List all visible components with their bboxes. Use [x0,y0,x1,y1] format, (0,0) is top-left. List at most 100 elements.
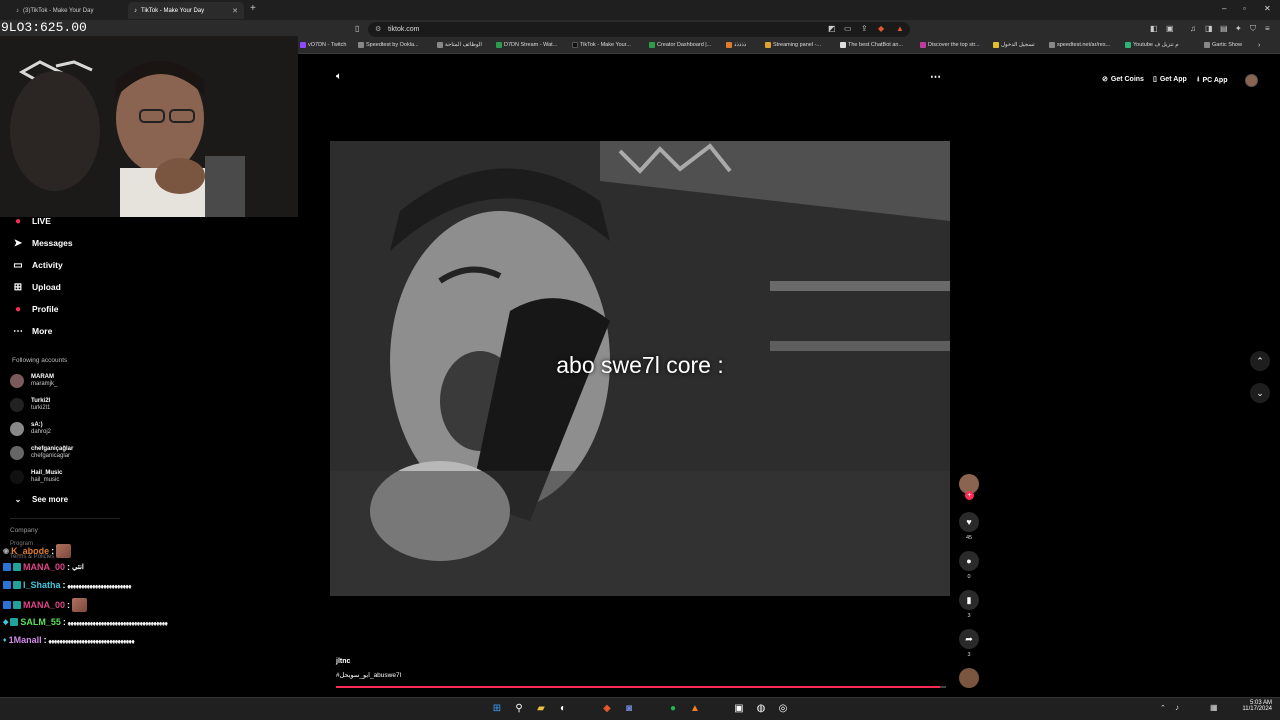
profile-icon: ● [14,303,22,315]
no-camera-icon[interactable]: ◩ [828,24,836,33]
pc-app-button[interactable]: ⭳ PC App [1197,75,1227,86]
sidebar-icon[interactable]: ◨ [1205,24,1213,33]
tab-tiktok-2[interactable]: ♪ TikTok - Make Your Day ✕ [128,2,244,19]
following-account[interactable]: Hail_Music hail_music [10,466,62,488]
more-bookmarks-icon[interactable]: › [1258,42,1260,49]
bookmark-item[interactable]: ذذذذذ [726,42,746,48]
follow-plus-icon[interactable]: + [965,491,974,500]
tray-chevron-icon[interactable]: ⌃ [1160,704,1166,712]
nav-messages[interactable]: ➤ Messages [12,234,73,252]
webcam-image [0,36,298,217]
bookmark-item[interactable]: speedtest.net/ar/res... [1049,42,1110,48]
previous-video-button[interactable]: ⌃ [1250,351,1270,371]
volume-icon[interactable]: 🔈︎ [336,71,342,82]
nav-activity[interactable]: ▭ Activity [12,256,62,274]
tiktok-icon: ♪ [134,7,137,14]
next-video-button[interactable]: ⌄ [1250,383,1270,403]
nav-upload[interactable]: ⊞ Upload [12,278,61,296]
brave-shield-icon[interactable]: ◆ [878,24,884,33]
emote-image [56,544,72,558]
file-explorer-icon[interactable]: ▰ [535,702,547,714]
tray-mic-icon[interactable]: ♪ [1175,703,1179,712]
user-avatar[interactable] [1245,74,1258,87]
app-icon[interactable]: ▲ [689,702,701,714]
extension-icon[interactable]: ◧ [1150,24,1158,33]
tray-network-icon[interactable]: ▦ [1210,703,1218,712]
chevron-down-icon: ⌄ [14,494,22,504]
following-account[interactable]: MARAM maramjk_ [10,370,57,392]
spotify-icon[interactable]: ● [667,702,679,714]
video-progress-track[interactable] [336,686,946,688]
close-tab-icon[interactable]: ✕ [232,7,238,15]
bookmark-item[interactable]: الوظائف المتاحة [437,42,482,48]
bookmark-item[interactable]: Gartic Show [1204,42,1242,48]
steam-icon[interactable]: ◍ [755,702,767,714]
bookmark-item[interactable]: The best ChatBot an... [840,42,903,48]
bookmark-item[interactable]: Speedtest by Ookla... [358,42,419,48]
more-options-icon[interactable]: ⋯ [930,70,941,83]
search-icon[interactable]: ⚲ [513,702,525,714]
bookmark-item[interactable]: D7DN Stream - Wat... [496,42,557,48]
video-hashtag[interactable]: #ابو_سويحل_abuswe7l [336,671,401,679]
share-icon[interactable]: ⇪ [861,24,868,33]
taskbar [0,697,1280,720]
following-account[interactable]: chefganiçağlar chefganicaglar [10,442,73,464]
chevron-down-icon: ⌄ [1256,387,1264,398]
nav-live[interactable]: ● LIVE [12,212,51,230]
close-window-button[interactable]: ✕ [1264,4,1271,13]
discord-icon[interactable]: ◙ [623,702,635,714]
share-button[interactable]: ➦ 3 [959,629,979,658]
badge-icon [3,581,11,589]
nav-profile[interactable]: ● Profile [12,300,58,318]
app-icon[interactable]: ◐ [557,702,569,714]
clock[interactable]: 5:03 AM 11/17/2024 [1242,700,1272,712]
comment-button[interactable]: ● 0 [959,551,979,580]
bookmark-item[interactable]: Streaming panel -... [765,42,821,48]
following-account[interactable]: Turki2l turki2l1 [10,394,50,416]
chat-message: I_Shatha : ﻬﻬﻬﻬﻬﻬﻬﻬﻬﻬﻬﻬﻬﻬﻬﻬﻬﻬﻬﻬﻬﻬﻬ [3,580,131,590]
bookmark-item[interactable]: vO7DN - Twitch [300,42,346,48]
footer-company[interactable]: Company [10,527,38,534]
wallet-icon[interactable]: ▣ [1166,24,1174,33]
chat-badge-icon: ◉ [3,548,10,555]
avatar [10,446,24,460]
music-disc[interactable] [959,668,979,688]
music-icon[interactable]: ♫ [1190,24,1196,33]
following-account[interactable]: sA:) dahroj2 [10,418,51,440]
see-more-button[interactable]: ⌄ See more [12,490,68,508]
nav-more[interactable]: ⋯ More [12,322,52,340]
tab-tiktok-1[interactable]: ♪ (3)TikTok - Make Your Day [10,2,125,19]
brave-icon[interactable]: ◆ [601,702,613,714]
following-heading: Following accounts [12,357,68,364]
video-author[interactable]: jltnc [336,658,350,665]
get-coins-button[interactable]: ⊘ Get Coins [1102,75,1144,84]
get-app-button[interactable]: ▯ Get App [1153,75,1187,84]
badge-icon [3,601,11,609]
rewards-icon[interactable]: ▲ [896,24,904,33]
bookmark-item[interactable]: TikTok - Make Your... [572,42,631,48]
emote-image [72,598,88,612]
bookmark-item[interactable]: تسجيل الدخول [993,42,1035,48]
menu-icon[interactable]: ≡ [1265,24,1270,33]
like-button[interactable]: ♥ 45 [959,512,979,541]
stream-timer: 9LO3:625.00 [1,20,87,35]
app-icon[interactable]: ◎ [777,702,789,714]
leo-icon[interactable]: ✦ [1235,24,1242,33]
bookmark-item[interactable]: Creator Dashboard |... [649,42,711,48]
vpn-icon[interactable]: ⛉ [1250,24,1256,34]
bookmark-item[interactable]: Discover the top str... [920,42,980,48]
coin-icon: ⊘ [1102,76,1108,83]
save-button[interactable]: ▮ 3 [959,590,979,619]
minimize-button[interactable]: – [1222,4,1226,13]
bookmark-icon[interactable]: ▯ [355,24,359,33]
site-info-icon[interactable]: ⚙ [375,25,381,33]
cast-icon[interactable]: ▭ [844,24,852,33]
badge-icon [13,581,21,589]
bookmark-item[interactable]: Youtube م تنزيل ف [1125,42,1179,48]
restore-button[interactable]: ▫ [1243,4,1246,13]
reader-icon[interactable]: ▤ [1220,24,1228,33]
app-icon[interactable]: ▣ [733,702,745,714]
new-tab-button[interactable]: + [250,3,256,14]
windows-start-icon[interactable]: ⊞ [491,702,503,714]
chat-message: ◉ K_abode : [3,544,72,558]
